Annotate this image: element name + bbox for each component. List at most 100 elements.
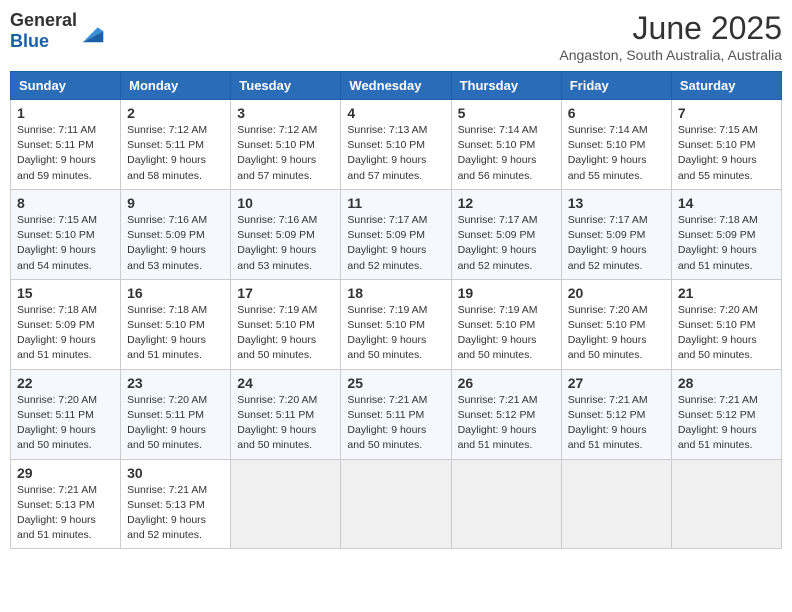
day-number: 6 — [568, 105, 665, 121]
day-info: Sunrise: 7:20 AM Sunset: 5:10 PM Dayligh… — [568, 303, 665, 364]
calendar-week-row: 15 Sunrise: 7:18 AM Sunset: 5:09 PM Dayl… — [11, 279, 782, 369]
calendar-cell: 14 Sunrise: 7:18 AM Sunset: 5:09 PM Dayl… — [671, 189, 781, 279]
day-number: 25 — [347, 375, 444, 391]
logo-blue-text: Blue — [10, 31, 77, 52]
day-number: 7 — [678, 105, 775, 121]
day-number: 12 — [458, 195, 555, 211]
day-number: 3 — [237, 105, 334, 121]
calendar-cell: 25 Sunrise: 7:21 AM Sunset: 5:11 PM Dayl… — [341, 369, 451, 459]
weekday-header: Wednesday — [341, 72, 451, 100]
calendar-cell: 27 Sunrise: 7:21 AM Sunset: 5:12 PM Dayl… — [561, 369, 671, 459]
month-title: June 2025 — [559, 10, 782, 47]
calendar-cell — [561, 459, 671, 549]
day-number: 20 — [568, 285, 665, 301]
day-info: Sunrise: 7:13 AM Sunset: 5:10 PM Dayligh… — [347, 123, 444, 184]
weekday-header: Saturday — [671, 72, 781, 100]
day-info: Sunrise: 7:21 AM Sunset: 5:12 PM Dayligh… — [568, 393, 665, 454]
day-info: Sunrise: 7:21 AM Sunset: 5:12 PM Dayligh… — [458, 393, 555, 454]
day-number: 24 — [237, 375, 334, 391]
logo-icon — [79, 18, 107, 46]
day-number: 26 — [458, 375, 555, 391]
day-number: 15 — [17, 285, 114, 301]
calendar-week-row: 29 Sunrise: 7:21 AM Sunset: 5:13 PM Dayl… — [11, 459, 782, 549]
day-info: Sunrise: 7:17 AM Sunset: 5:09 PM Dayligh… — [458, 213, 555, 274]
calendar-cell: 23 Sunrise: 7:20 AM Sunset: 5:11 PM Dayl… — [121, 369, 231, 459]
calendar-week-row: 8 Sunrise: 7:15 AM Sunset: 5:10 PM Dayli… — [11, 189, 782, 279]
day-info: Sunrise: 7:15 AM Sunset: 5:10 PM Dayligh… — [17, 213, 114, 274]
calendar-cell — [341, 459, 451, 549]
calendar-cell: 9 Sunrise: 7:16 AM Sunset: 5:09 PM Dayli… — [121, 189, 231, 279]
day-info: Sunrise: 7:18 AM Sunset: 5:09 PM Dayligh… — [17, 303, 114, 364]
calendar-cell: 17 Sunrise: 7:19 AM Sunset: 5:10 PM Dayl… — [231, 279, 341, 369]
day-number: 27 — [568, 375, 665, 391]
day-info: Sunrise: 7:20 AM Sunset: 5:11 PM Dayligh… — [17, 393, 114, 454]
calendar-cell: 12 Sunrise: 7:17 AM Sunset: 5:09 PM Dayl… — [451, 189, 561, 279]
calendar-cell: 10 Sunrise: 7:16 AM Sunset: 5:09 PM Dayl… — [231, 189, 341, 279]
calendar-cell: 30 Sunrise: 7:21 AM Sunset: 5:13 PM Dayl… — [121, 459, 231, 549]
calendar-header-row: SundayMondayTuesdayWednesdayThursdayFrid… — [11, 72, 782, 100]
day-info: Sunrise: 7:12 AM Sunset: 5:11 PM Dayligh… — [127, 123, 224, 184]
day-number: 30 — [127, 465, 224, 481]
day-number: 1 — [17, 105, 114, 121]
day-number: 16 — [127, 285, 224, 301]
day-number: 18 — [347, 285, 444, 301]
day-info: Sunrise: 7:21 AM Sunset: 5:11 PM Dayligh… — [347, 393, 444, 454]
calendar-cell: 29 Sunrise: 7:21 AM Sunset: 5:13 PM Dayl… — [11, 459, 121, 549]
day-info: Sunrise: 7:18 AM Sunset: 5:10 PM Dayligh… — [127, 303, 224, 364]
calendar-cell — [231, 459, 341, 549]
calendar-cell: 16 Sunrise: 7:18 AM Sunset: 5:10 PM Dayl… — [121, 279, 231, 369]
day-number: 5 — [458, 105, 555, 121]
day-info: Sunrise: 7:21 AM Sunset: 5:12 PM Dayligh… — [678, 393, 775, 454]
day-info: Sunrise: 7:11 AM Sunset: 5:11 PM Dayligh… — [17, 123, 114, 184]
day-info: Sunrise: 7:19 AM Sunset: 5:10 PM Dayligh… — [458, 303, 555, 364]
calendar-cell: 5 Sunrise: 7:14 AM Sunset: 5:10 PM Dayli… — [451, 100, 561, 190]
day-info: Sunrise: 7:16 AM Sunset: 5:09 PM Dayligh… — [237, 213, 334, 274]
calendar-cell: 26 Sunrise: 7:21 AM Sunset: 5:12 PM Dayl… — [451, 369, 561, 459]
calendar-cell: 22 Sunrise: 7:20 AM Sunset: 5:11 PM Dayl… — [11, 369, 121, 459]
day-number: 4 — [347, 105, 444, 121]
weekday-header: Sunday — [11, 72, 121, 100]
day-number: 10 — [237, 195, 334, 211]
calendar-table: SundayMondayTuesdayWednesdayThursdayFrid… — [10, 71, 782, 549]
calendar-cell — [671, 459, 781, 549]
day-info: Sunrise: 7:12 AM Sunset: 5:10 PM Dayligh… — [237, 123, 334, 184]
calendar-cell: 19 Sunrise: 7:19 AM Sunset: 5:10 PM Dayl… — [451, 279, 561, 369]
calendar-cell — [451, 459, 561, 549]
calendar-cell: 28 Sunrise: 7:21 AM Sunset: 5:12 PM Dayl… — [671, 369, 781, 459]
logo: General Blue — [10, 10, 107, 52]
day-number: 9 — [127, 195, 224, 211]
calendar-cell: 6 Sunrise: 7:14 AM Sunset: 5:10 PM Dayli… — [561, 100, 671, 190]
calendar-cell: 11 Sunrise: 7:17 AM Sunset: 5:09 PM Dayl… — [341, 189, 451, 279]
calendar-cell: 2 Sunrise: 7:12 AM Sunset: 5:11 PM Dayli… — [121, 100, 231, 190]
day-number: 28 — [678, 375, 775, 391]
calendar-cell: 15 Sunrise: 7:18 AM Sunset: 5:09 PM Dayl… — [11, 279, 121, 369]
day-info: Sunrise: 7:18 AM Sunset: 5:09 PM Dayligh… — [678, 213, 775, 274]
weekday-header: Monday — [121, 72, 231, 100]
calendar-cell: 21 Sunrise: 7:20 AM Sunset: 5:10 PM Dayl… — [671, 279, 781, 369]
calendar-cell: 13 Sunrise: 7:17 AM Sunset: 5:09 PM Dayl… — [561, 189, 671, 279]
weekday-header: Friday — [561, 72, 671, 100]
day-number: 8 — [17, 195, 114, 211]
weekday-header: Tuesday — [231, 72, 341, 100]
day-info: Sunrise: 7:14 AM Sunset: 5:10 PM Dayligh… — [568, 123, 665, 184]
day-info: Sunrise: 7:20 AM Sunset: 5:10 PM Dayligh… — [678, 303, 775, 364]
calendar-cell: 24 Sunrise: 7:20 AM Sunset: 5:11 PM Dayl… — [231, 369, 341, 459]
calendar-cell: 18 Sunrise: 7:19 AM Sunset: 5:10 PM Dayl… — [341, 279, 451, 369]
day-number: 19 — [458, 285, 555, 301]
day-info: Sunrise: 7:15 AM Sunset: 5:10 PM Dayligh… — [678, 123, 775, 184]
day-number: 29 — [17, 465, 114, 481]
day-number: 17 — [237, 285, 334, 301]
day-number: 13 — [568, 195, 665, 211]
day-info: Sunrise: 7:17 AM Sunset: 5:09 PM Dayligh… — [568, 213, 665, 274]
calendar-cell: 8 Sunrise: 7:15 AM Sunset: 5:10 PM Dayli… — [11, 189, 121, 279]
calendar-week-row: 22 Sunrise: 7:20 AM Sunset: 5:11 PM Dayl… — [11, 369, 782, 459]
day-info: Sunrise: 7:21 AM Sunset: 5:13 PM Dayligh… — [17, 483, 114, 544]
day-info: Sunrise: 7:19 AM Sunset: 5:10 PM Dayligh… — [237, 303, 334, 364]
calendar-cell: 7 Sunrise: 7:15 AM Sunset: 5:10 PM Dayli… — [671, 100, 781, 190]
location: Angaston, South Australia, Australia — [559, 47, 782, 63]
day-number: 22 — [17, 375, 114, 391]
logo-general-text: General — [10, 10, 77, 31]
calendar-cell: 20 Sunrise: 7:20 AM Sunset: 5:10 PM Dayl… — [561, 279, 671, 369]
day-number: 21 — [678, 285, 775, 301]
calendar-cell: 3 Sunrise: 7:12 AM Sunset: 5:10 PM Dayli… — [231, 100, 341, 190]
